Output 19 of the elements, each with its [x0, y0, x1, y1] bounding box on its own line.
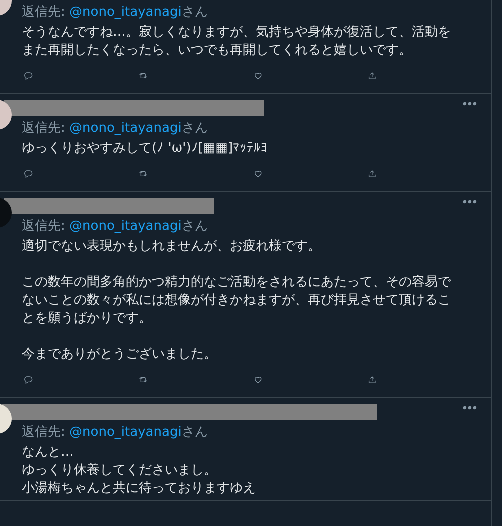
tweet-paragraph: この数年の間多角的かつ精力的なご活動をされるにあたって、その容易でないことの数々が私には想像が付きかねますが、再び拝見させて頂けることを願うばかりです。 [22, 274, 452, 328]
more-icon[interactable] [463, 102, 477, 106]
more-icon[interactable] [463, 406, 477, 410]
tweet-line: ゆっくり休養してくださいまし。 [22, 462, 218, 480]
handle-link[interactable]: @nono_itayanagi [70, 121, 182, 136]
reply-to-label: 返信先: @nono_itayanagiさん [22, 424, 209, 441]
tweet-line: なんと… [22, 444, 75, 462]
reply-to-label: 返信先: @nono_itayanagiさん [22, 120, 209, 137]
more-icon[interactable] [463, 200, 477, 204]
handle-link[interactable]: @nono_itayanagi [70, 425, 182, 440]
tweet-paragraph: 今までありがとうございました。 [22, 346, 218, 364]
tweet-line: 小湯梅ちゃんと共に待っておりますゆえ [22, 480, 257, 498]
handle-link[interactable]: @nono_itayanagi [70, 219, 182, 234]
tweet-paragraph: ゆっくりおやすみして(ﾉ 'ω')ﾉ[▦▦]ﾏｯﾃﾙﾖ [22, 140, 270, 158]
tweet-paragraph: 適切でない表現かもしれませんが、お疲れ様です。 [22, 238, 322, 256]
reply-to-label: 返信先: @nono_itayanagiさん [22, 4, 209, 21]
handle-link[interactable]: @nono_itayanagi [70, 5, 182, 20]
reply-to-label: 返信先: @nono_itayanagiさん [22, 218, 209, 235]
tweet-paragraph: そうなんですね…。寂しくなりますが、気持ちや身体が復活して、活動をまた再開したくなったら、いつでも再開してくれると嬉しいです。 [22, 24, 452, 60]
